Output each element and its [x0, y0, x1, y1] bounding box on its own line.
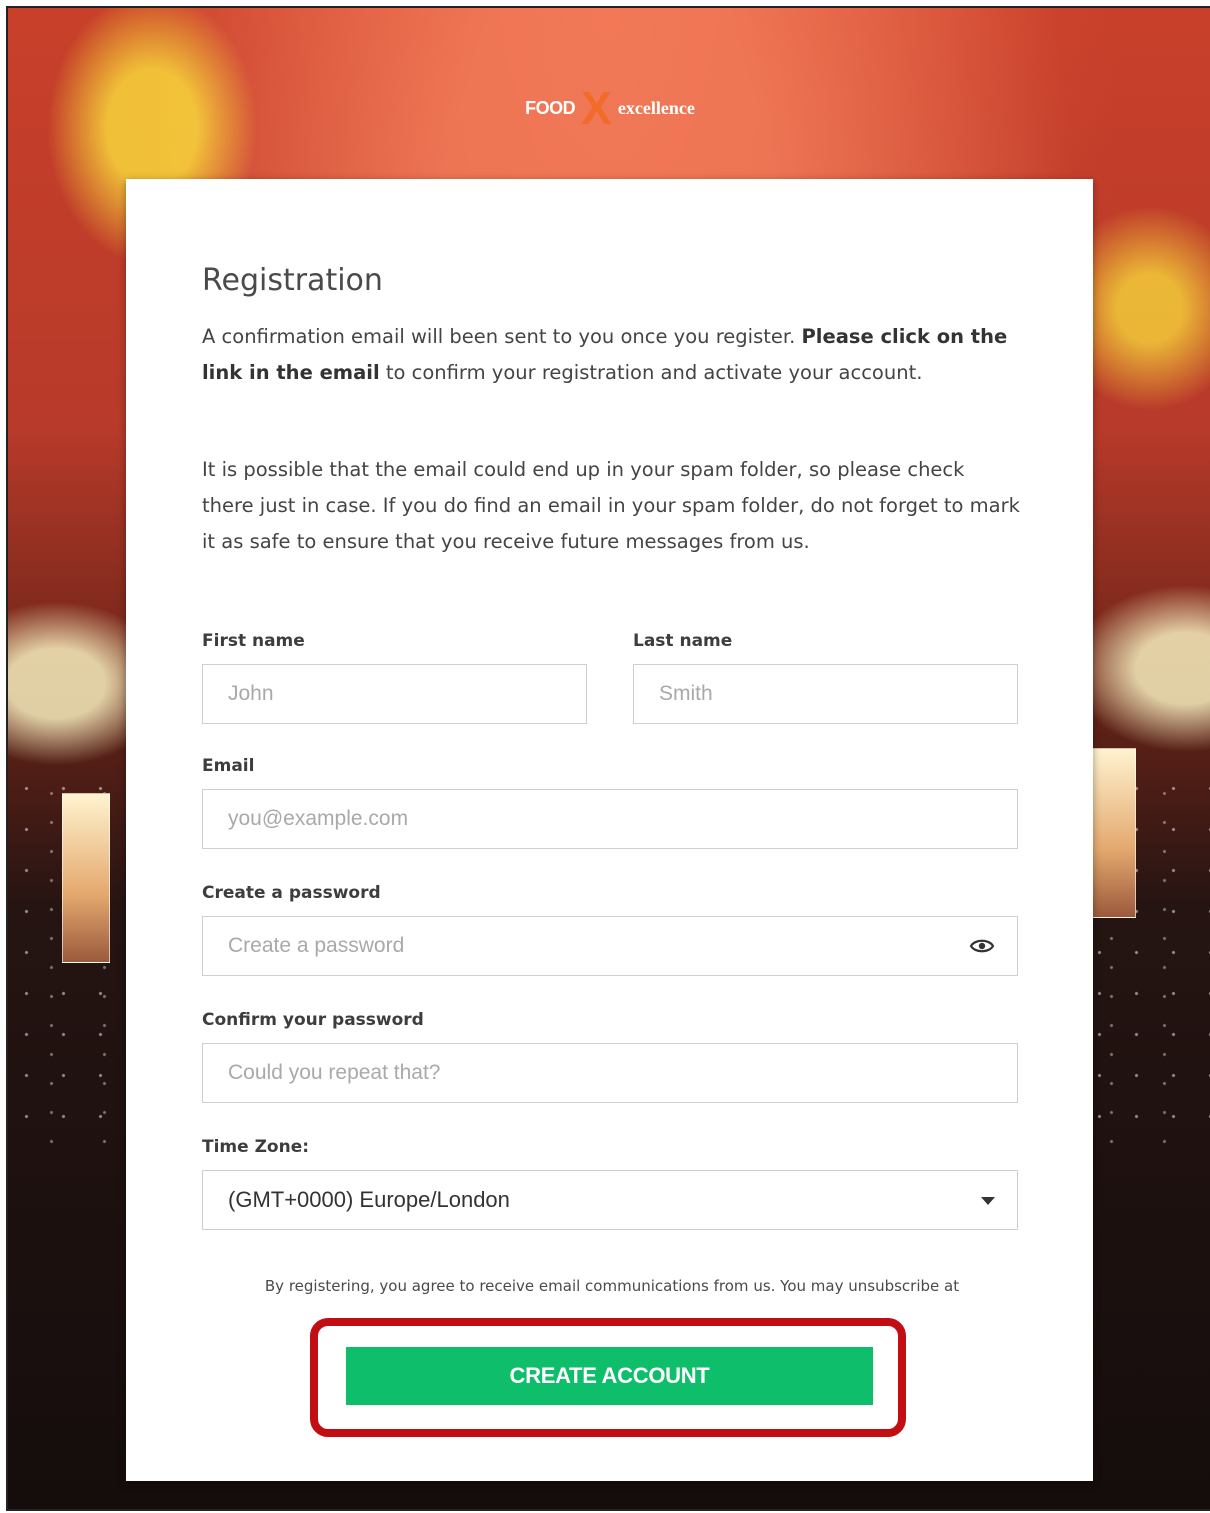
- caret-down-icon: [981, 1197, 995, 1205]
- confirm-password-field[interactable]: [202, 1043, 1018, 1103]
- eye-icon[interactable]: [969, 934, 995, 958]
- first-name-label: First name: [202, 631, 305, 651]
- intro-text-end: to confirm your registration and activat…: [379, 361, 923, 384]
- time-zone-value: (GMT+0000) Europe/London: [228, 1187, 510, 1212]
- first-name-field[interactable]: [202, 664, 587, 724]
- last-name-label: Last name: [633, 631, 733, 651]
- time-zone-label: Time Zone:: [202, 1137, 310, 1157]
- email-field[interactable]: [202, 789, 1018, 849]
- venue-screen-left: [62, 793, 110, 963]
- logo-excellence-text: excellence: [617, 97, 695, 118]
- page-title: Registration: [202, 263, 383, 298]
- email-input[interactable]: [228, 807, 1017, 831]
- intro-paragraph: A confirmation email will been sent to y…: [202, 319, 1022, 391]
- screenshot-frame: FOOD X excellence Registration A confirm…: [6, 6, 1210, 1511]
- email-label: Email: [202, 756, 255, 776]
- last-name-field[interactable]: [633, 664, 1018, 724]
- confirm-password-input[interactable]: [228, 1061, 1017, 1085]
- confirm-password-label: Confirm your password: [202, 1010, 424, 1030]
- password-field[interactable]: [202, 916, 1018, 976]
- last-name-input[interactable]: [659, 682, 1017, 706]
- password-label: Create a password: [202, 883, 381, 903]
- event-logo: FOOD X excellence: [505, 80, 715, 136]
- registration-card: Registration A confirmation email will b…: [126, 179, 1093, 1481]
- spam-note: It is possible that the email could end …: [202, 458, 1020, 553]
- venue-screen-right: [1088, 748, 1136, 918]
- password-input[interactable]: [228, 934, 1017, 958]
- consent-text: By registering, you agree to receive ema…: [264, 1277, 960, 1295]
- first-name-input[interactable]: [228, 682, 586, 706]
- create-account-button[interactable]: CREATE ACCOUNT: [346, 1347, 873, 1405]
- logo-food-text: FOOD: [525, 97, 576, 118]
- time-zone-select[interactable]: (GMT+0000) Europe/London: [202, 1170, 1018, 1230]
- intro-text-start: A confirmation email will been sent to y…: [202, 325, 802, 348]
- logo-x-mark: X: [581, 82, 612, 134]
